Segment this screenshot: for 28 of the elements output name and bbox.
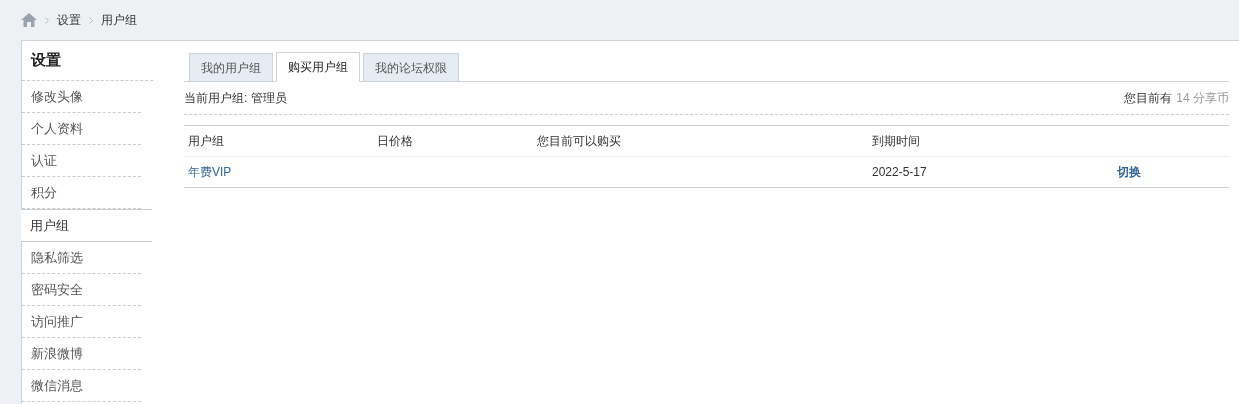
switch-link[interactable]: 切换 xyxy=(1117,165,1141,179)
column-header: 您目前可以购买 xyxy=(537,134,621,148)
column-header: 日价格 xyxy=(377,134,413,148)
sidebar-item[interactable]: 访问推广 xyxy=(22,306,141,338)
tab[interactable]: 我的论坛权限 xyxy=(363,53,459,81)
table-cell: 2022-5-17 xyxy=(872,165,927,179)
balance-value: 14 分享币 xyxy=(1176,90,1229,107)
sidebar-item[interactable]: 修改头像 xyxy=(22,81,141,113)
sidebar-item[interactable]: 密码安全 xyxy=(22,274,141,306)
sidebar-title: 设置 xyxy=(22,41,153,81)
breadcrumb-link[interactable]: 设置 xyxy=(57,11,81,29)
sidebar-item[interactable]: 用户组 xyxy=(21,209,152,242)
group-link[interactable]: 年费VIP xyxy=(188,165,232,179)
sidebar-item[interactable]: 个人资料 xyxy=(22,113,141,145)
balance-label: 您目前有 xyxy=(1124,90,1173,107)
tab[interactable]: 我的用户组 xyxy=(189,53,273,81)
column-header: 用户组 xyxy=(188,134,224,148)
column-header: 到期时间 xyxy=(872,134,920,148)
sidebar-item[interactable]: 认证 xyxy=(22,145,141,177)
breadcrumb-link[interactable]: 用户组 xyxy=(101,11,137,29)
sidebar-item[interactable]: 隐私筛选 xyxy=(22,242,141,274)
current-group-text: 当前用户组: 管理员 xyxy=(184,90,287,107)
sidebar-item[interactable]: 微信消息 xyxy=(22,370,141,402)
chevron-icon xyxy=(45,16,49,24)
home-icon[interactable] xyxy=(21,13,37,27)
sidebar-item[interactable]: 新浪微博 xyxy=(22,338,141,370)
tab[interactable]: 购买用户组 xyxy=(276,52,360,82)
chevron-icon xyxy=(89,16,93,24)
